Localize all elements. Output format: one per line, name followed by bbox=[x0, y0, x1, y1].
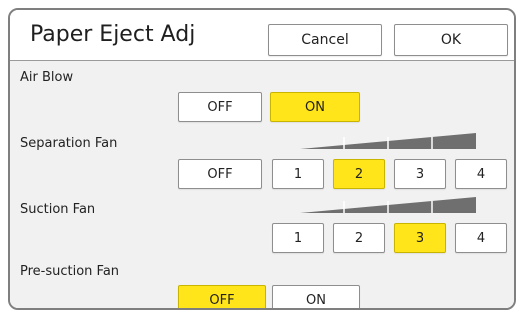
separation-fan-level-2-button[interactable]: 2 bbox=[333, 159, 385, 189]
suction-fan-level-4-button[interactable]: 4 bbox=[455, 223, 507, 253]
pre-suction-fan-on-button[interactable]: ON bbox=[272, 285, 360, 308]
pre-suction-fan-off-button[interactable]: OFF bbox=[178, 285, 266, 308]
separation-fan-label: Separation Fan bbox=[20, 136, 118, 151]
suction-fan-level-1-button[interactable]: 1 bbox=[272, 223, 324, 253]
dialog-header: Paper Eject Adj Cancel OK bbox=[10, 10, 514, 61]
separation-fan-level-1-button[interactable]: 1 bbox=[272, 159, 324, 189]
suction-fan-label: Suction Fan bbox=[20, 202, 96, 217]
air-blow-label: Air Blow bbox=[20, 70, 74, 85]
level-ramp-icon bbox=[300, 133, 476, 149]
suction-fan-level-2-button[interactable]: 2 bbox=[333, 223, 385, 253]
suction-fan-level-3-button[interactable]: 3 bbox=[394, 223, 446, 253]
settings-area: Air Blow OFF ON Separation Fan OFF 1 2 3… bbox=[10, 61, 514, 308]
level-ramp-icon bbox=[300, 197, 476, 213]
cancel-button[interactable]: Cancel bbox=[268, 24, 382, 56]
pre-suction-fan-label: Pre-suction Fan bbox=[20, 264, 120, 279]
paper-eject-adj-dialog: Paper Eject Adj Cancel OK Air Blow OFF O… bbox=[8, 8, 516, 310]
ok-button[interactable]: OK bbox=[394, 24, 508, 56]
separation-fan-level-3-button[interactable]: 3 bbox=[394, 159, 446, 189]
air-blow-on-button[interactable]: ON bbox=[270, 92, 360, 122]
separation-fan-level-4-button[interactable]: 4 bbox=[455, 159, 507, 189]
dialog-title: Paper Eject Adj bbox=[30, 22, 196, 47]
separation-fan-off-button[interactable]: OFF bbox=[178, 159, 262, 189]
air-blow-off-button[interactable]: OFF bbox=[178, 92, 262, 122]
